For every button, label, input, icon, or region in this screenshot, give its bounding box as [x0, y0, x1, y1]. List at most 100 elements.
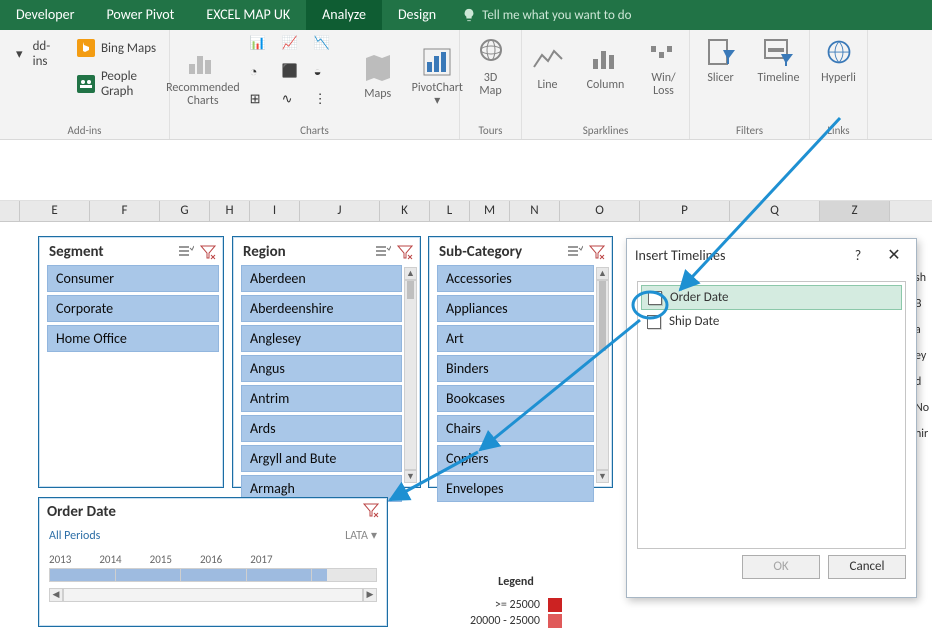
slicer-title: Segment: [49, 243, 173, 261]
slicer-subcategory[interactable]: Sub-Category Accessories Appliances Art …: [428, 236, 613, 488]
tab-design[interactable]: Design: [382, 0, 452, 30]
tell-me[interactable]: Tell me what you want to do: [452, 0, 641, 30]
subcat-item[interactable]: Binders: [437, 355, 594, 382]
subcat-item[interactable]: Appliances: [437, 295, 594, 322]
ribbon-tabbar: Developer Power Pivot EXCEL MAP UK Analy…: [0, 0, 932, 30]
group-sparklines: Sparklines: [583, 124, 629, 137]
maps-icon: [362, 52, 394, 84]
sparkline-line-button[interactable]: Line: [524, 43, 572, 92]
timeline-slicer-orderdate[interactable]: Order Date All Periods LATA ▾ 2013 2014 …: [38, 497, 388, 627]
slicer-title: Region: [243, 243, 370, 261]
checkbox-shipdate[interactable]: [647, 315, 661, 329]
maps-button[interactable]: Maps: [354, 52, 402, 101]
segment-item[interactable]: Consumer: [47, 265, 219, 292]
segment-item[interactable]: Home Office: [47, 325, 219, 352]
multiselect-icon[interactable]: [566, 243, 584, 261]
timeline-unit-dropdown[interactable]: LATA ▾: [345, 528, 377, 543]
spark-column-icon: [590, 43, 622, 75]
tab-analyze[interactable]: Analyze: [306, 0, 382, 30]
scroll-up-icon[interactable]: ▲: [404, 267, 417, 280]
spark-winloss-icon: [648, 36, 680, 68]
timeline-scrollbar[interactable]: ◀ ▶: [49, 588, 377, 602]
timeline-field-row[interactable]: Order Date: [641, 285, 902, 310]
spark-line-icon: [532, 43, 564, 75]
slicer-segment[interactable]: Segment Consumer Corporate Home Office: [38, 236, 224, 488]
region-item[interactable]: Anglesey: [241, 325, 402, 352]
slicer-button[interactable]: Slicer: [697, 36, 745, 85]
region-item[interactable]: Ards: [241, 415, 402, 442]
help-button[interactable]: ?: [844, 247, 872, 264]
cancel-button[interactable]: Cancel: [828, 555, 906, 579]
insert-timelines-dialog: Insert Timelines ? ✕ Order Date Ship Dat…: [626, 238, 917, 598]
subcat-item[interactable]: Copiers: [437, 445, 594, 472]
3d-map-button[interactable]: 3D Map: [467, 36, 515, 98]
group-tours: Tours: [479, 124, 503, 137]
bing-icon: [77, 39, 95, 57]
timeline-period-label: All Periods: [49, 529, 100, 543]
group-filters: Filters: [736, 124, 763, 137]
multiselect-icon[interactable]: [374, 243, 392, 261]
slicer-region[interactable]: Region Aberdeen Aberdeenshire Anglesey A…: [232, 236, 421, 488]
group-addins: Add-ins: [68, 124, 102, 137]
rec-charts-icon: [187, 46, 219, 78]
subcat-item[interactable]: Art: [437, 325, 594, 352]
dialog-title: Insert Timelines: [635, 247, 836, 264]
tab-powerpivot[interactable]: Power Pivot: [90, 0, 190, 30]
timeline-axis: 2013 2014 2015 2016 2017: [39, 547, 387, 566]
region-item[interactable]: Aberdeenshire: [241, 295, 402, 322]
timeline-track[interactable]: [49, 568, 377, 582]
multiselect-icon[interactable]: [177, 243, 195, 261]
scroll-down-icon[interactable]: ▼: [404, 470, 417, 483]
hyperlink-button[interactable]: Hyperli: [815, 36, 863, 85]
tab-developer[interactable]: Developer: [0, 0, 90, 30]
people-graph-button[interactable]: People Graph: [73, 66, 161, 102]
region-item[interactable]: Antrim: [241, 385, 402, 412]
bulb-icon: [462, 8, 476, 22]
chart-gallery[interactable]: 📊📈📉 ◔⬛◒ ⊞∿⋮: [250, 36, 344, 118]
timeline-icon: [763, 36, 795, 68]
scrollbar[interactable]: ▲ ▼: [404, 267, 417, 483]
group-charts: Charts: [300, 124, 329, 137]
sparkline-winloss-button[interactable]: Win/ Loss: [640, 36, 688, 98]
tell-me-text: Tell me what you want to do: [482, 8, 631, 23]
segment-item[interactable]: Corporate: [47, 295, 219, 322]
region-item[interactable]: Angus: [241, 355, 402, 382]
region-item[interactable]: Argyll and Bute: [241, 445, 402, 472]
scroll-right-icon[interactable]: ▶: [363, 588, 377, 602]
slicer-icon: [705, 36, 737, 68]
scroll-up-icon[interactable]: ▲: [596, 267, 609, 280]
pivotchart-button[interactable]: PivotChart▾: [412, 46, 463, 108]
chevron-down-icon: ▾: [371, 528, 377, 543]
clear-filter-icon[interactable]: [588, 243, 606, 261]
tab-excelmapuk[interactable]: EXCEL MAP UK: [190, 0, 306, 30]
overflow-fragments: sh B aey dNo hir: [915, 265, 930, 447]
scroll-down-icon[interactable]: ▼: [596, 470, 609, 483]
recommended-charts-button[interactable]: Recommended Charts: [166, 46, 240, 108]
checkbox-orderdate[interactable]: [648, 291, 662, 305]
map-legend: Legend >= 25000 20000 - 25000: [470, 575, 562, 629]
subcat-item[interactable]: Bookcases: [437, 385, 594, 412]
globe-icon: [475, 36, 507, 68]
subcat-item[interactable]: Envelopes: [437, 475, 594, 502]
region-item[interactable]: Aberdeen: [241, 265, 402, 292]
group-links: Links: [827, 124, 849, 137]
sparkline-column-button[interactable]: Column: [582, 43, 630, 92]
dialog-list: Order Date Ship Date: [637, 281, 906, 549]
ok-button[interactable]: OK: [742, 555, 820, 579]
timeline-button[interactable]: Timeline: [755, 36, 803, 85]
people-graph-icon: [77, 75, 95, 93]
clear-filter-icon[interactable]: [199, 243, 217, 261]
clear-filter-icon[interactable]: [363, 502, 379, 522]
clear-filter-icon[interactable]: [396, 243, 414, 261]
timeline-field-row[interactable]: Ship Date: [641, 310, 902, 333]
column-headers[interactable]: E F G H I J K L M N O P Q Z: [0, 200, 932, 222]
scroll-left-icon[interactable]: ◀: [49, 588, 63, 602]
subcat-item[interactable]: Chairs: [437, 415, 594, 442]
close-button[interactable]: ✕: [880, 245, 908, 265]
bing-maps-button[interactable]: Bing Maps: [73, 36, 161, 60]
ddins-dropdown[interactable]: ▾ dd-ins: [8, 36, 63, 72]
subcat-item[interactable]: Accessories: [437, 265, 594, 292]
pivotchart-icon: [421, 46, 453, 78]
scrollbar[interactable]: ▲ ▼: [596, 267, 609, 483]
slicer-title: Sub-Category: [439, 243, 562, 261]
